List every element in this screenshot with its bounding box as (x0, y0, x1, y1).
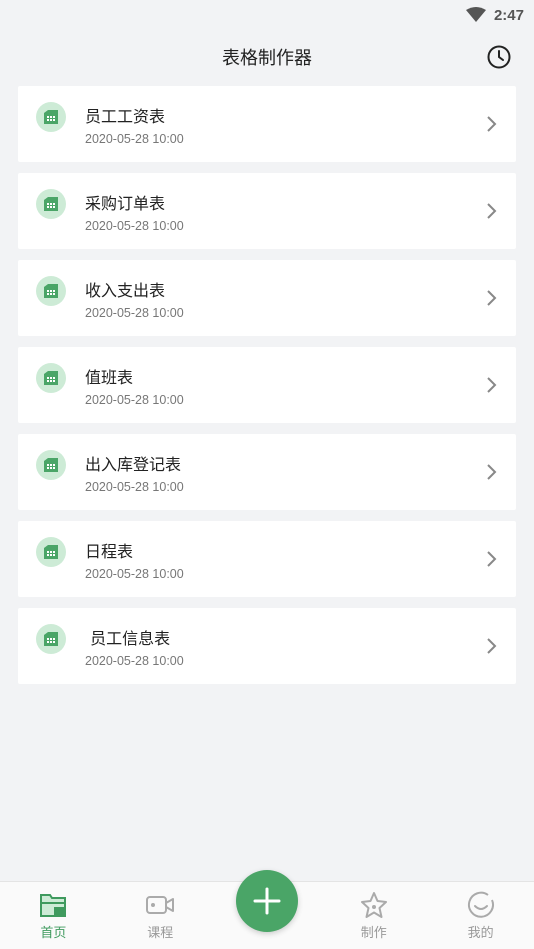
chevron-right-icon (487, 377, 497, 393)
folder-icon (40, 894, 67, 917)
tab-label: 课程 (147, 926, 174, 941)
item-date: 2020-05-28 10:00 (85, 132, 184, 146)
item-name: 采购订单表 (85, 194, 166, 213)
tab-make[interactable]: 制作 (320, 881, 427, 949)
item-name: 员工工资表 (85, 107, 166, 126)
table-file-icon (36, 189, 66, 219)
item-date: 2020-05-28 10:00 (85, 306, 184, 320)
list-item[interactable]: 值班表 2020-05-28 10:00 (18, 347, 516, 423)
table-file-icon (36, 363, 66, 393)
video-camera-icon (146, 896, 175, 914)
item-date: 2020-05-28 10:00 (85, 654, 184, 668)
item-date: 2020-05-28 10:00 (85, 567, 184, 581)
item-date: 2020-05-28 10:00 (85, 219, 184, 233)
status-bar: 2:47 (0, 0, 534, 30)
tab-label: 我的 (467, 926, 494, 941)
chevron-right-icon (487, 290, 497, 306)
chevron-right-icon (487, 116, 497, 132)
item-name: 值班表 (85, 368, 134, 387)
add-button[interactable] (236, 870, 298, 932)
list-item[interactable]: 收入支出表 2020-05-28 10:00 (18, 260, 516, 336)
list-item[interactable]: 出入库登记表 2020-05-28 10:00 (18, 434, 516, 510)
tab-home[interactable]: 首页 (0, 881, 107, 949)
item-date: 2020-05-28 10:00 (85, 393, 184, 407)
app-header: 表格制作器 (0, 30, 534, 84)
chevron-right-icon (487, 203, 497, 219)
page-title: 表格制作器 (222, 48, 312, 69)
tab-mine[interactable]: 我的 (427, 881, 534, 949)
chevron-right-icon (487, 464, 497, 480)
chevron-right-icon (487, 638, 497, 654)
list-item[interactable]: 员工工资表 2020-05-28 10:00 (18, 86, 516, 162)
smile-icon (467, 891, 494, 918)
tab-course[interactable]: 课程 (107, 881, 214, 949)
chevron-right-icon (487, 551, 497, 567)
table-list: 员工工资表 2020-05-28 10:00 采购订单表 2020-05-28 … (0, 84, 534, 684)
table-file-icon (36, 102, 66, 132)
item-date: 2020-05-28 10:00 (85, 480, 184, 494)
list-item[interactable]: 采购订单表 2020-05-28 10:00 (18, 173, 516, 249)
item-name: 员工信息表 (85, 629, 171, 648)
star-icon (360, 892, 387, 918)
tab-label: 首页 (40, 926, 67, 941)
list-item[interactable]: 员工信息表 2020-05-28 10:00 (18, 608, 516, 684)
add-icon (253, 887, 281, 915)
tab-label: 制作 (360, 926, 387, 941)
list-item[interactable]: 日程表 2020-05-28 10:00 (18, 521, 516, 597)
wifi-icon (465, 7, 486, 23)
table-file-icon (36, 450, 66, 480)
item-name: 日程表 (85, 542, 134, 561)
item-name: 出入库登记表 (85, 455, 182, 474)
table-file-icon (36, 624, 66, 654)
table-file-icon (36, 537, 66, 567)
status-time: 2:47 (493, 6, 524, 24)
history-clock-icon[interactable] (486, 44, 512, 70)
item-name: 收入支出表 (85, 281, 166, 300)
table-file-icon (36, 276, 66, 306)
